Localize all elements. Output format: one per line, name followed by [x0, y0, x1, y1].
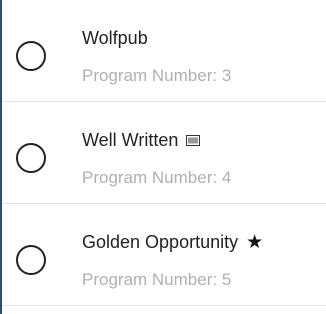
- program-list: Wolfpub Program Number: 3 Well Written P…: [0, 0, 326, 314]
- star-icon: ★: [246, 232, 264, 253]
- program-number: Program Number: 4: [82, 168, 232, 187]
- program-name: Wolfpub: [82, 28, 148, 49]
- program-name: Well Written: [82, 130, 201, 151]
- program-name-text: Golden Opportunity: [82, 232, 239, 252]
- program-list-item[interactable]: Golden Opportunity ★ Program Number: 5: [2, 206, 326, 306]
- program-name-text: Well Written: [82, 130, 179, 150]
- program-number: Program Number: 3: [82, 66, 232, 85]
- program-name: Golden Opportunity ★: [82, 232, 263, 253]
- program-list-item[interactable]: Wolfpub Program Number: 3: [2, 2, 326, 102]
- radio-button[interactable]: [16, 245, 46, 275]
- program-number: Program Number: 5: [82, 270, 232, 289]
- tag-icon: [186, 135, 201, 146]
- program-name-text: Wolfpub: [82, 28, 148, 48]
- radio-button[interactable]: [16, 41, 46, 71]
- program-list-item[interactable]: Well Written Program Number: 4: [2, 104, 326, 204]
- radio-button[interactable]: [16, 143, 46, 173]
